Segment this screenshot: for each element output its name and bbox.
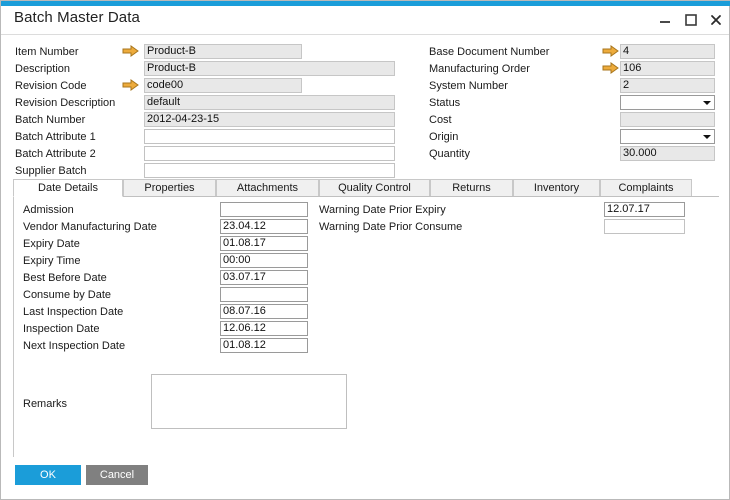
chevron-down-icon (703, 101, 711, 105)
tab-date-details[interactable]: Date Details (13, 179, 123, 197)
field-input-inspection-date[interactable]: 12.06.12 (220, 321, 308, 336)
tab-strip: Date Details Properties Attachments Quality… (13, 179, 719, 197)
field-label-admission: Admission (23, 204, 74, 216)
minimize-icon[interactable] (657, 12, 673, 28)
window-title: Batch Master Data (14, 9, 140, 26)
field-input-description[interactable]: Product-B (144, 61, 395, 76)
field-input-best-before-date[interactable]: 03.07.17 (220, 270, 308, 285)
cancel-button[interactable]: Cancel (86, 465, 148, 485)
field-label-expiry-time: Expiry Time (23, 255, 81, 267)
field-label-warning-date-prior-consume: Warning Date Prior Consume (319, 221, 463, 233)
close-icon[interactable] (708, 12, 724, 28)
field-label-origin: Origin (429, 131, 459, 143)
field-label-last-inspection-date: Last Inspection Date (23, 306, 124, 318)
remarks-label: Remarks (23, 398, 68, 410)
tab-properties[interactable]: Properties (123, 179, 216, 197)
link-arrow-icon[interactable] (122, 79, 139, 91)
field-label-best-before-date: Best Before Date (23, 272, 107, 284)
tab-attachments[interactable]: Attachments (216, 179, 319, 197)
field-label-warning-date-prior-expiry: Warning Date Prior Expiry (319, 204, 446, 216)
field-label-vendor-manufacturing-date: Vendor Manufacturing Date (23, 221, 157, 233)
link-arrow-icon[interactable] (122, 45, 139, 57)
field-input-vendor-manufacturing-date[interactable]: 23.04.12 (220, 219, 308, 234)
field-label-status: Status (429, 97, 461, 109)
field-input-cost[interactable] (620, 112, 715, 127)
field-label-cost: Cost (429, 114, 452, 126)
maximize-icon[interactable] (683, 12, 699, 28)
field-input-next-inspection-date[interactable]: 01.08.12 (220, 338, 308, 353)
field-input-last-inspection-date[interactable]: 08.07.16 (220, 304, 308, 319)
field-label-revision-code: Revision Code (15, 80, 87, 92)
tab-complaints[interactable]: Complaints (600, 179, 692, 197)
chevron-down-icon (703, 135, 711, 139)
field-input-system-number[interactable]: 2 (620, 78, 715, 93)
tab-panel-left-edge (13, 196, 14, 457)
tab-inventory[interactable]: Inventory (513, 179, 600, 197)
remarks-input[interactable] (151, 374, 347, 429)
link-arrow-icon[interactable] (602, 45, 619, 57)
field-input-consume-by-date[interactable] (220, 287, 308, 302)
field-input-base-document-number[interactable]: 4 (620, 44, 715, 59)
field-label-inspection-date: Inspection Date (23, 323, 100, 335)
field-input-supplier-batch[interactable] (144, 163, 395, 178)
field-label-item-number: Item Number (15, 46, 79, 58)
field-label-manufacturing-order: Manufacturing Order (429, 63, 530, 75)
field-select-status[interactable] (620, 95, 715, 110)
field-input-quantity[interactable]: 30.000 (620, 146, 715, 161)
field-label-base-document-number: Base Document Number (429, 46, 550, 58)
field-input-item-number[interactable]: Product-B (144, 44, 302, 59)
field-label-batch-attribute-2: Batch Attribute 2 (15, 148, 96, 160)
field-input-revision-description[interactable]: default (144, 95, 395, 110)
title-bar[interactable]: Batch Master Data (1, 6, 729, 35)
field-input-admission[interactable] (220, 202, 308, 217)
field-input-batch-number[interactable]: 2012-04-23-15 (144, 112, 395, 127)
field-input-warning-date-prior-expiry[interactable]: 12.07.17 (604, 202, 685, 217)
field-label-next-inspection-date: Next Inspection Date (23, 340, 126, 352)
link-arrow-icon[interactable] (602, 62, 619, 74)
field-label-revision-description: Revision Description (15, 97, 116, 109)
field-input-manufacturing-order[interactable]: 106 (620, 61, 715, 76)
field-label-quantity: Quantity (429, 148, 470, 160)
field-label-supplier-batch: Supplier Batch (15, 165, 87, 177)
field-label-expiry-date: Expiry Date (23, 238, 80, 250)
field-input-warning-date-prior-consume[interactable] (604, 219, 685, 234)
field-input-expiry-time[interactable]: 00:00 (220, 253, 308, 268)
field-label-system-number: System Number (429, 80, 508, 92)
field-label-batch-attribute-1: Batch Attribute 1 (15, 131, 96, 143)
field-label-consume-by-date: Consume by Date (23, 289, 112, 301)
field-input-batch-attribute-2[interactable] (144, 146, 395, 161)
ok-button[interactable]: OK (15, 465, 81, 485)
field-label-description: Description (15, 63, 71, 75)
field-input-expiry-date[interactable]: 01.08.17 (220, 236, 308, 251)
field-input-revision-code[interactable]: code00 (144, 78, 302, 93)
tab-returns[interactable]: Returns (430, 179, 513, 197)
field-input-batch-attribute-1[interactable] (144, 129, 395, 144)
tab-quality-control[interactable]: Quality Control (319, 179, 430, 197)
field-label-batch-number: Batch Number (15, 114, 86, 126)
field-select-origin[interactable] (620, 129, 715, 144)
batch-master-data-dialog: Batch Master Data Item Number Product-B De… (0, 0, 730, 500)
